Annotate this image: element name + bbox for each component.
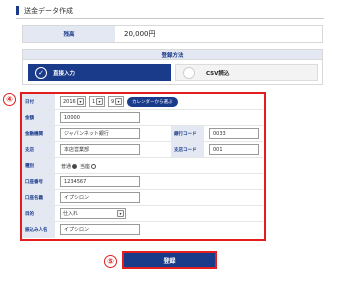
day-select[interactable]: 9 ▾ xyxy=(108,96,124,107)
branch-code-input[interactable]: 001 xyxy=(209,144,259,155)
year-select[interactable]: 2016 ▾ xyxy=(60,96,86,107)
account-type-row: 種別 普通 当座 xyxy=(22,158,263,174)
method-options: ✓ 直接入力 CSV読込 xyxy=(22,60,323,85)
remitter-label: 振込み人名 xyxy=(22,222,55,238)
amount-row: 金額 10000 xyxy=(22,110,263,126)
date-row: 日付 2016 ▾ 1 ▾ 9 ▾ カレンダーから選ぶ xyxy=(22,94,263,110)
account-name-row: 口座名義 イプシロン xyxy=(22,190,263,206)
account-type-label: 種別 xyxy=(22,158,55,173)
page-title: 送金データ作成 xyxy=(24,7,73,15)
transfer-form: 日付 2016 ▾ 1 ▾ 9 ▾ カレンダーから選ぶ 金額 10000 金融機… xyxy=(20,92,266,241)
account-number-input[interactable]: 1234567 xyxy=(60,176,140,187)
callout-badge-form: ④ xyxy=(3,93,16,106)
method-header: 登録方法 xyxy=(22,49,323,60)
account-type-option-futsu: 普通 xyxy=(61,164,72,170)
balance-row: 残高 20,000円 xyxy=(22,25,323,43)
method-direct-label: 直接入力 xyxy=(53,70,76,77)
account-name-label: 口座名義 xyxy=(22,190,55,205)
bank-code-label: 銀行コード xyxy=(171,126,204,141)
branch-input[interactable]: 本店営業部 xyxy=(60,144,140,155)
check-circle-icon: ✓ xyxy=(35,66,47,79)
method-csv-option[interactable]: CSV読込 xyxy=(175,64,318,81)
date-label: 日付 xyxy=(22,94,55,109)
purpose-select[interactable]: 仕入れ ▾ xyxy=(60,208,126,219)
chevron-down-icon: ▾ xyxy=(77,98,84,105)
account-number-row: 口座番号 1234567 xyxy=(22,174,263,190)
radio-futsu[interactable] xyxy=(72,164,78,169)
amount-label: 金額 xyxy=(22,110,55,125)
balance-label: 残高 xyxy=(23,26,115,42)
day-value: 9 xyxy=(111,98,115,105)
radio-circle-icon xyxy=(183,67,195,79)
remitter-input[interactable]: イプシロン xyxy=(60,224,140,235)
account-type-option-toza: 当座 xyxy=(80,164,91,170)
amount-input[interactable]: 10000 xyxy=(60,112,140,123)
purpose-value: 仕入れ xyxy=(63,211,79,217)
register-button[interactable]: 登録 xyxy=(122,251,217,269)
balance-value: 20,000円 xyxy=(124,30,156,38)
account-type-radio-group: 普通 当座 xyxy=(61,163,99,170)
radio-toza[interactable] xyxy=(91,164,97,169)
bank-code-input[interactable]: 0033 xyxy=(209,128,259,139)
chevron-down-icon: ▾ xyxy=(117,210,124,217)
callout-badge-submit: ⑤ xyxy=(104,255,117,268)
calendar-button[interactable]: カレンダーから選ぶ xyxy=(127,97,178,107)
account-name-input[interactable]: イプシロン xyxy=(60,192,140,203)
method-direct-option[interactable]: ✓ 直接入力 xyxy=(28,64,171,81)
branch-label: 支店 xyxy=(22,142,55,157)
method-csv-label: CSV読込 xyxy=(206,70,230,77)
account-number-label: 口座番号 xyxy=(22,174,55,189)
branch-row: 支店 本店営業部 支店コード 001 xyxy=(22,142,263,158)
header-accent-bar xyxy=(16,6,19,15)
remitter-row: 振込み人名 イプシロン xyxy=(22,222,263,238)
purpose-row: 目的 仕入れ ▾ xyxy=(22,206,263,222)
bank-row: 金融機関 ジャパンネット銀行 銀行コード 0033 xyxy=(22,126,263,142)
month-select[interactable]: 1 ▾ xyxy=(89,96,105,107)
year-value: 2016 xyxy=(63,98,76,105)
chevron-down-icon: ▾ xyxy=(96,98,103,105)
bank-label: 金融機関 xyxy=(22,126,55,141)
purpose-label: 目的 xyxy=(22,206,55,221)
month-value: 1 xyxy=(92,98,96,105)
page-header: 送金データ作成 xyxy=(16,3,324,19)
chevron-down-icon: ▾ xyxy=(115,98,122,105)
bank-input[interactable]: ジャパンネット銀行 xyxy=(60,128,140,139)
branch-code-label: 支店コード xyxy=(171,142,204,157)
